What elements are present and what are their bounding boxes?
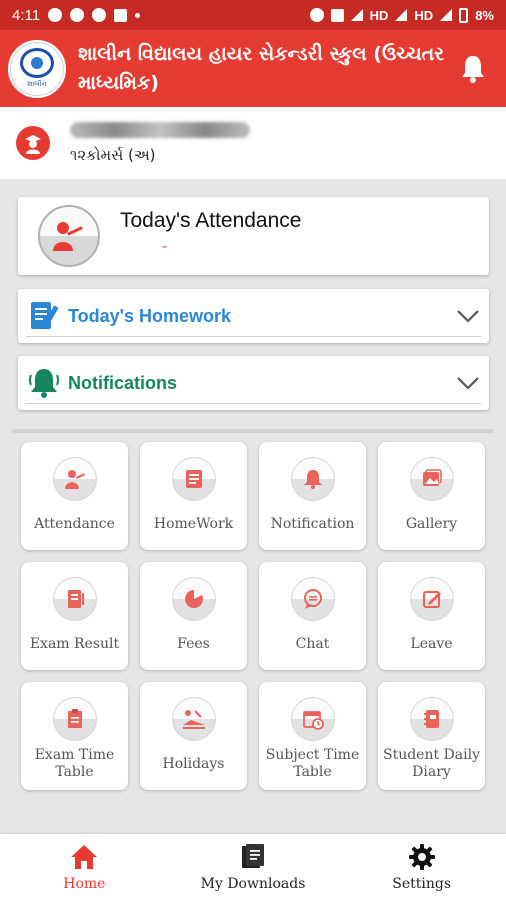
exam-timetable-icon: [52, 697, 97, 741]
nav-home[interactable]: Home: [0, 834, 169, 900]
app-bar: શાલીન શાલીન વિદ્યાલય હાયર સેકન્ડરી સ્કુલ…: [0, 30, 506, 107]
settings-icon: [406, 842, 438, 872]
bottom-navigation: Home My Downloads Settings: [0, 834, 506, 900]
attendance-teacher-icon: [38, 205, 100, 267]
whatsapp-icon: [70, 8, 85, 22]
tile-notification[interactable]: Notification: [259, 442, 366, 550]
status-time: 4:11: [12, 6, 41, 24]
chevron-down-icon[interactable]: [455, 303, 481, 329]
logo-emblem-icon: [20, 48, 54, 78]
notifications-button[interactable]: [448, 44, 498, 94]
app-title: શાલીન વિદ્યાલય હાયર સેકન્ડરી સ્કુલ (ઉચ્ચ…: [78, 42, 445, 94]
message-icon: [92, 8, 107, 22]
tile-holidays[interactable]: Holidays: [140, 682, 247, 790]
tile-label: Notification: [270, 515, 355, 532]
home-icon: [68, 842, 100, 872]
nav-home-label: Home: [63, 876, 106, 892]
notifications-panel[interactable]: Notifications: [18, 356, 489, 410]
tile-label: HomeWork: [153, 515, 234, 532]
battery-level: 8%: [475, 7, 494, 23]
network-label-1: HD: [369, 7, 389, 23]
tile-label: Gallery: [405, 515, 458, 532]
student-profile[interactable]: ૧૨કોમર્સ (અ): [0, 107, 506, 179]
nav-my-downloads[interactable]: My Downloads: [169, 834, 338, 900]
nav-downloads-label: My Downloads: [200, 876, 306, 892]
tile-label: Attendance: [34, 515, 115, 532]
tile-student-daily-diary[interactable]: Student Daily Diary: [378, 682, 485, 790]
battery-icon: [459, 7, 469, 23]
chevron-down-icon[interactable]: [455, 370, 481, 396]
app-notification-icon: [48, 8, 63, 22]
logo-text: શાલીન: [27, 80, 47, 88]
todays-attendance-card[interactable]: Today's Attendance -: [18, 197, 489, 275]
notification-icon: [290, 457, 335, 501]
signal-icon: [395, 9, 408, 21]
tile-exam-result[interactable]: Exam Result: [21, 562, 128, 670]
homework-icon: [171, 457, 216, 501]
attendance-title: Today's Attendance: [120, 209, 302, 232]
school-logo: શાલીન: [8, 39, 66, 98]
fees-icon: [171, 577, 216, 621]
tile-homework[interactable]: HomeWork: [140, 442, 247, 550]
tile-subject-time-table[interactable]: Subject Time Table: [259, 682, 366, 790]
tile-fees[interactable]: Fees: [140, 562, 247, 670]
tile-label: Chat: [295, 635, 330, 652]
notifications-divider: [26, 403, 481, 404]
subject-timetable-icon: [290, 697, 335, 741]
notifications-label: Notifications: [68, 372, 178, 393]
downloads-icon: [237, 842, 269, 872]
homework-divider: [26, 336, 481, 337]
tile-exam-time-table[interactable]: Exam Time Table: [21, 682, 128, 790]
more-dot-icon: [135, 12, 141, 18]
signal-icon-2: [440, 9, 453, 21]
tile-label: Exam Time Table: [34, 747, 115, 780]
student-avatar-icon: [16, 126, 50, 160]
tile-attendance[interactable]: Attendance: [21, 442, 128, 550]
tile-label: Holidays: [162, 755, 225, 772]
student-name-redacted: [70, 122, 250, 138]
bluetooth-icon: [330, 8, 344, 22]
tile-label: Leave: [410, 635, 453, 652]
tile-label: Student Daily Diary: [382, 747, 480, 780]
todays-homework-panel[interactable]: Today's Homework: [18, 289, 489, 343]
alarm-icon: [309, 8, 324, 22]
homework-doc-icon: [24, 296, 64, 336]
tile-label: Subject Time Table: [265, 747, 360, 780]
homework-label: Today's Homework: [68, 305, 231, 326]
notification-bell-icon: [24, 363, 64, 403]
exam-result-icon: [52, 577, 97, 621]
diary-icon: [409, 697, 454, 741]
status-bar: 4:11 HD HD 8%: [0, 0, 506, 30]
attendance-value: -: [162, 239, 168, 255]
news-icon: [114, 8, 128, 22]
tile-chat[interactable]: Chat: [259, 562, 366, 670]
nav-settings-label: Settings: [392, 876, 452, 892]
tile-label: Fees: [177, 635, 210, 652]
class-name: ૧૨કોમર્સ (અ): [70, 146, 156, 164]
tile-leave[interactable]: Leave: [378, 562, 485, 670]
wifi-icon: [350, 9, 363, 21]
holidays-icon: [171, 697, 216, 741]
nav-settings[interactable]: Settings: [337, 834, 506, 900]
gallery-icon: [409, 457, 454, 501]
tile-label: Exam Result: [29, 635, 120, 652]
bell-icon: [462, 55, 484, 83]
network-label-2: HD: [414, 7, 434, 23]
tile-gallery[interactable]: Gallery: [378, 442, 485, 550]
attendance-icon: [52, 457, 97, 501]
section-divider: [12, 429, 494, 433]
feature-grid: Attendance HomeWork Notification Gallery…: [21, 442, 487, 790]
chat-icon: [290, 577, 335, 621]
leave-icon: [409, 577, 454, 621]
